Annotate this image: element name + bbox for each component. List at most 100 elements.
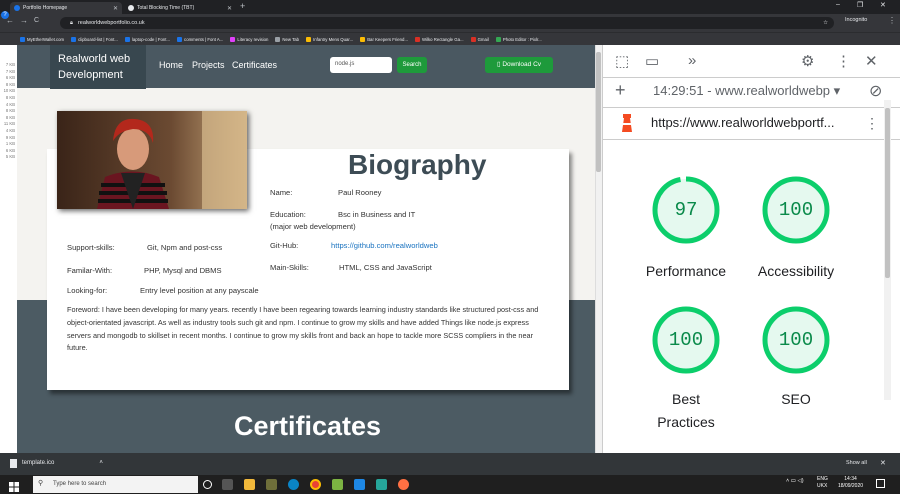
network-size: 7 KB xyxy=(5,62,15,67)
network-size-column: 7 KB 7 KB 6 KB 8 KB 10 KB 8 KB 4 KB 8 KB 8 KB 11 … xyxy=(0,62,17,212)
bookmark-item[interactable]: Literacy revision xyxy=(230,36,269,42)
score-gauge[interactable]: 100 xyxy=(761,305,831,375)
bookmark-item[interactable]: Photo Editor : Pixlr... xyxy=(495,36,542,42)
score-gauge[interactable]: 97 xyxy=(651,175,721,245)
bookmark-item[interactable]: laptop-code | Font... xyxy=(124,36,170,42)
network-size: 6 KB xyxy=(5,75,15,81)
address-bar[interactable]: 🔒︎ realworldwebportfolio.co.uk ☆ xyxy=(60,17,834,29)
looking-label: Looking-for: xyxy=(67,286,108,295)
mail-icon[interactable] xyxy=(354,479,365,490)
report-time: 14:29:51 - www.realworldwebp xyxy=(653,83,831,98)
biography-heading: Biography xyxy=(348,149,487,180)
network-size: 6 KB xyxy=(5,147,15,153)
inspect-icon[interactable]: ⬚ xyxy=(615,52,629,70)
tab-label: Total Blocking Time (TBT) xyxy=(137,5,195,11)
firefox-icon[interactable] xyxy=(398,479,409,490)
show-all-button[interactable]: Show all xyxy=(846,460,867,466)
tab-tbt[interactable]: Total Blocking Time (TBT) ✕ xyxy=(124,2,236,14)
search-button[interactable]: Search xyxy=(397,57,427,73)
bookmark-label: Literacy revision xyxy=(237,36,269,42)
bookmark-label: clipboard-list | Font... xyxy=(78,36,118,42)
edge-icon[interactable] xyxy=(288,479,299,490)
chevron-up-icon[interactable]: ˄ xyxy=(99,460,103,466)
score-gauge[interactable]: 100 xyxy=(761,175,831,245)
tab-portfolio[interactable]: Portfolio Homepage ✕ xyxy=(10,2,122,14)
favicon-icon xyxy=(14,5,20,11)
vscode-icon[interactable] xyxy=(376,479,387,490)
url-text: realworldwebportfolio.co.uk xyxy=(77,20,145,26)
nav-projects[interactable]: Projects xyxy=(192,60,225,70)
bookmark-favicon-icon xyxy=(230,36,236,42)
close-tab-icon[interactable]: ✕ xyxy=(113,5,118,12)
url-menu-icon[interactable]: ⋮ xyxy=(865,115,879,132)
task-view-icon[interactable] xyxy=(222,479,233,490)
close-window-icon[interactable]: ✕ xyxy=(880,1,886,9)
menu-icon[interactable]: ⋮ xyxy=(888,16,896,25)
bookmark-label: Gmail xyxy=(477,36,489,42)
familiar-label: Familar-With: xyxy=(67,266,113,275)
notepad-icon[interactable] xyxy=(332,479,343,490)
download-cv-label: Download Cv xyxy=(502,61,542,68)
bookmark-item[interactable]: Gmail xyxy=(470,36,489,42)
bookmark-favicon-icon xyxy=(306,36,312,42)
new-tab-button[interactable]: + xyxy=(240,1,245,11)
bookmark-item[interactable]: comments | Font A... xyxy=(177,36,223,42)
bookmark-item[interactable]: New Tab xyxy=(275,36,300,42)
language-indicator[interactable]: ENG UKX xyxy=(817,476,828,490)
windows-start-icon[interactable] xyxy=(9,479,19,492)
download-item[interactable]: template.ico ˄ xyxy=(22,460,103,466)
logo-line2: Development xyxy=(58,69,123,81)
network-size: 11 KB xyxy=(3,121,15,127)
file-explorer-icon[interactable] xyxy=(244,479,255,490)
bookmark-label: Photo Editor : Pixlr... xyxy=(502,36,542,42)
minimize-icon[interactable]: – xyxy=(836,1,840,8)
notification-icon[interactable] xyxy=(876,479,885,488)
search-input[interactable]: node.js xyxy=(330,57,392,73)
taskbar-search[interactable]: Type here to search xyxy=(33,476,198,493)
forward-icon[interactable]: → xyxy=(20,16,28,25)
lock-icon: 🔒︎ xyxy=(70,19,73,26)
support-value: Git, Npm and post-css xyxy=(147,243,223,252)
store-icon[interactable] xyxy=(266,479,277,490)
kebab-menu-icon[interactable]: ⋮ xyxy=(836,52,851,70)
cortana-icon[interactable] xyxy=(203,480,212,489)
foreword-text: Foreword: I have been developing for man… xyxy=(67,305,539,353)
help-icon[interactable]: ? xyxy=(1,11,9,19)
bookmark-item[interactable]: clipboard-list | Font... xyxy=(71,36,118,42)
bookmark-item[interactable]: Wilko Rectangle Ga... xyxy=(415,36,464,42)
site-logo[interactable]: Realworld web Development xyxy=(50,45,146,89)
bookmark-favicon-icon xyxy=(470,36,476,42)
bookmark-item[interactable]: Bar Keepers Friend... xyxy=(360,36,408,42)
github-link[interactable]: https://github.com/realworldweb xyxy=(331,241,438,250)
settings-gear-icon[interactable]: ⚙ xyxy=(801,52,814,70)
report-selector[interactable]: 14:29:51 - www.realworldwebp ▾ xyxy=(653,83,840,99)
bookmark-item[interactable]: MyEtherWallet.com xyxy=(20,36,64,42)
maximize-icon[interactable]: ❐ xyxy=(857,1,863,9)
close-download-bar-icon[interactable]: ✕ xyxy=(880,459,886,467)
bookmark-item[interactable]: Infantry Mens Quar... xyxy=(306,36,353,42)
score-gauge[interactable]: 100 xyxy=(651,305,721,375)
devtools-scrollbar-thumb[interactable] xyxy=(885,108,890,278)
page-scrollbar-thumb[interactable] xyxy=(596,52,601,172)
close-devtools-icon[interactable]: ✕ xyxy=(865,52,878,70)
download-filename: template.ico xyxy=(22,460,55,466)
taskbar-clock[interactable]: 14:34 18/09/2020 xyxy=(838,476,863,490)
star-icon[interactable]: ☆ xyxy=(823,20,828,26)
more-panels-icon[interactable]: » xyxy=(688,52,696,69)
tray-icons[interactable]: ˄ ▭ ◁) xyxy=(786,478,804,484)
mainskills-label: Main-Skills: xyxy=(270,263,309,272)
nav-home[interactable]: Home xyxy=(159,60,183,70)
device-toggle-icon[interactable]: ▭ xyxy=(645,52,659,70)
reload-icon[interactable]: C xyxy=(34,17,39,24)
new-report-icon[interactable]: + xyxy=(615,80,626,101)
clear-report-icon[interactable]: ⊘ xyxy=(869,81,882,101)
portfolio-page: Realworld web Development Home Projects … xyxy=(17,45,595,453)
bookmark-favicon-icon xyxy=(20,36,25,42)
network-size: 8 KB xyxy=(5,114,15,120)
close-tab-icon[interactable]: ✕ xyxy=(227,5,232,12)
incognito-badge[interactable]: Incognito xyxy=(845,17,867,23)
nav-certificates[interactable]: Certificates xyxy=(232,60,277,70)
download-cv-button[interactable]: ▯ Download Cv xyxy=(485,57,553,73)
bookmark-label: New Tab xyxy=(282,36,300,42)
chrome-icon[interactable] xyxy=(310,479,321,490)
